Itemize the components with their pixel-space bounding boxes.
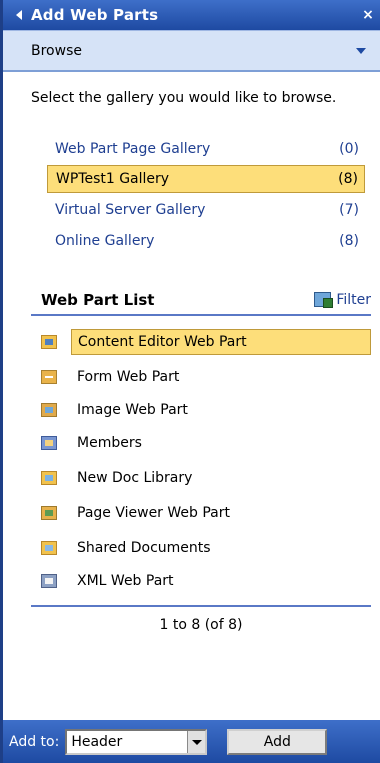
web-part-item[interactable]: Members bbox=[41, 429, 371, 457]
doc-library-icon bbox=[41, 471, 57, 485]
list-divider bbox=[31, 605, 371, 607]
web-part-label: Page Viewer Web Part bbox=[77, 505, 230, 521]
filter-label: Filter bbox=[336, 292, 371, 308]
zone-select[interactable]: Header bbox=[65, 728, 208, 755]
gallery-name: Web Part Page Gallery bbox=[55, 141, 211, 157]
gallery-count: (8) bbox=[339, 233, 359, 249]
web-part-item[interactable]: New Doc Library bbox=[41, 464, 371, 492]
gallery-count: (7) bbox=[339, 202, 359, 218]
form-icon bbox=[41, 370, 57, 384]
web-part-label: XML Web Part bbox=[77, 573, 174, 589]
members-icon bbox=[41, 436, 57, 450]
shared-documents-icon bbox=[41, 541, 57, 555]
page-viewer-icon bbox=[41, 506, 57, 520]
web-part-item[interactable]: Page Viewer Web Part bbox=[41, 499, 371, 527]
gallery-link-virtual-server[interactable]: Virtual Server Gallery (7) bbox=[47, 196, 365, 224]
xml-icon bbox=[41, 574, 57, 588]
mode-dropdown[interactable]: Browse bbox=[3, 30, 380, 72]
web-part-label: Content Editor Web Part bbox=[71, 329, 371, 355]
web-part-label: Form Web Part bbox=[77, 369, 180, 385]
web-part-item[interactable]: Image Web Part bbox=[41, 396, 371, 424]
close-icon[interactable]: × bbox=[356, 7, 380, 23]
chevron-down-icon[interactable] bbox=[356, 47, 366, 54]
web-part-list-header: Web Part List Filter bbox=[31, 286, 371, 316]
add-button[interactable]: Add bbox=[227, 728, 328, 755]
zone-select-value: Header bbox=[71, 733, 123, 750]
web-part-item[interactable]: XML Web Part bbox=[41, 567, 371, 595]
gallery-name: Virtual Server Gallery bbox=[55, 202, 206, 218]
filter-icon bbox=[313, 291, 334, 309]
back-arrow-icon[interactable] bbox=[9, 0, 31, 30]
filter-link[interactable]: Filter bbox=[313, 291, 371, 309]
web-part-item[interactable]: Form Web Part bbox=[41, 363, 371, 391]
image-icon bbox=[41, 403, 57, 417]
content-editor-icon bbox=[41, 335, 57, 349]
web-part-label: Members bbox=[77, 435, 142, 451]
gallery-link-wptest1[interactable]: WPTest1 Gallery (8) bbox=[47, 165, 365, 193]
gallery-count: (0) bbox=[339, 141, 359, 157]
web-part-list-title: Web Part List bbox=[41, 291, 155, 309]
gallery-name: Online Gallery bbox=[55, 233, 155, 249]
mode-label: Browse bbox=[31, 42, 82, 59]
gallery-instructions: Select the gallery you would like to bro… bbox=[31, 90, 337, 106]
web-part-label: Shared Documents bbox=[77, 540, 211, 556]
panel-title-bar: Add Web Parts × bbox=[3, 0, 380, 30]
gallery-name: WPTest1 Gallery bbox=[56, 171, 170, 187]
add-to-label: Add to: bbox=[9, 733, 60, 750]
add-web-parts-panel: Add Web Parts × Browse Select the galler… bbox=[0, 0, 380, 763]
gallery-link-online[interactable]: Online Gallery (8) bbox=[47, 227, 365, 255]
chevron-down-icon[interactable] bbox=[187, 730, 206, 753]
gallery-count: (8) bbox=[338, 171, 358, 187]
panel-title: Add Web Parts bbox=[31, 6, 159, 24]
pagination-range: 1 to 8 (of 8) bbox=[159, 617, 243, 633]
web-part-item[interactable]: Content Editor Web Part bbox=[41, 328, 371, 356]
web-part-label: Image Web Part bbox=[77, 402, 188, 418]
add-to-footer: Add to: Header Add bbox=[3, 720, 380, 763]
web-part-label: New Doc Library bbox=[77, 470, 193, 486]
web-part-item[interactable]: Shared Documents bbox=[41, 534, 371, 562]
gallery-link-web-part-page[interactable]: Web Part Page Gallery (0) bbox=[47, 135, 365, 163]
